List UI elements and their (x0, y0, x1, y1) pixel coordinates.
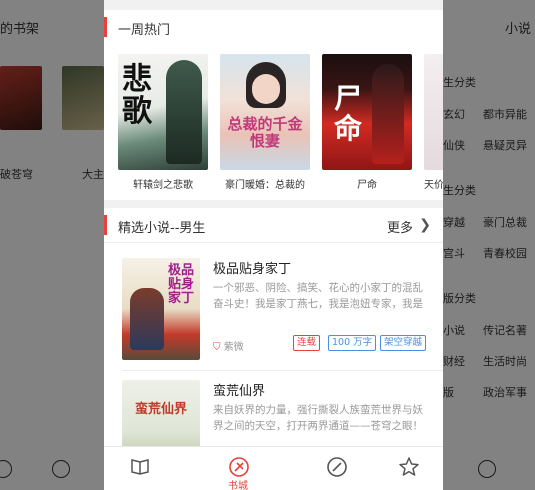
status-badge: 连载 (293, 335, 321, 351)
category-section-label: 生分类 (443, 76, 476, 89)
cover-figure (130, 288, 164, 350)
cover-title: 悲歌 (122, 62, 152, 129)
bookshelf-caption-1: 破苍穹 (0, 168, 33, 181)
bottom-tab-bar: 书城 (104, 446, 443, 490)
book-title: 蛮荒仙界 (213, 384, 266, 399)
bookshelf-cover-2 (62, 66, 104, 130)
book-list-item[interactable]: 极品贴身家丁 极品贴身家丁 一个邪恶、阴险、搞笑、花心的小家丁的混乱奋斗史！我是… (104, 246, 443, 364)
hot-book-name: 尸命 (357, 180, 377, 191)
cover-title: 总裁的千金恨妻 (227, 115, 303, 150)
category-item: 宫斗 (443, 247, 465, 260)
tab-bookshelf[interactable] (112, 447, 168, 490)
book-description: 来自妖界的力量，强行撕裂人族蛮荒世界与妖界之间的天空，打开两界通道——苍穹之眼！ (213, 404, 423, 432)
book-author: ⛉ 紫微 (213, 338, 244, 353)
hot-section-header: 一周热门 (104, 10, 443, 44)
bookshelf-caption-2: 大主 (82, 168, 104, 181)
male-section-title: 精选小说--男生 (118, 221, 206, 236)
more-link[interactable]: 更多 (387, 217, 413, 236)
tab-discover[interactable] (308, 447, 364, 490)
hot-book-name: 天价 (424, 180, 443, 191)
book-cover: 总裁的千金恨妻 (220, 54, 310, 170)
book-cover: 尸命 (322, 54, 412, 170)
category-item: 小说 (443, 324, 465, 337)
category-section-label: 版分类 (443, 292, 476, 305)
category-item: 青春校园 (483, 247, 527, 260)
hot-section-title: 一周热门 (118, 23, 171, 38)
hot-book-item[interactable]: 悲歌 轩辕剑之悲歌 (118, 54, 208, 191)
divider (104, 242, 443, 243)
tab-favorites[interactable] (380, 447, 436, 490)
category-item: 版 (443, 386, 454, 399)
category-section-label: 生分类 (443, 184, 476, 197)
category-item: 政治军事 (483, 386, 527, 399)
divider (104, 0, 443, 10)
book-icon (131, 459, 149, 475)
author-name: 紫微 (223, 342, 244, 353)
hot-book-item[interactable]: 尸命 尸命 (322, 54, 412, 191)
bookshelf-cover-1 (0, 66, 42, 130)
hot-book-name: 轩辕剑之悲歌 (133, 180, 193, 191)
book-cover (424, 54, 443, 170)
cover-figure (372, 64, 404, 164)
bookstore-icon (229, 457, 249, 477)
category-item: 传记名著 (483, 324, 527, 337)
word-count-badge: 100 万字 (328, 335, 377, 351)
hot-book-name: 豪门暖婚：总裁的 (225, 180, 305, 191)
star-icon (399, 457, 419, 476)
section-accent-bar (104, 17, 107, 37)
cover-face (252, 74, 280, 104)
divider (104, 200, 443, 208)
tab-label-bookstore: 书城 (228, 481, 248, 490)
genre-badge: 架空穿越 (380, 335, 427, 351)
category-item: 都市异能 (483, 108, 527, 121)
hot-book-item[interactable]: 天价 (424, 54, 443, 191)
book-cover: 极品贴身家丁 (122, 258, 200, 360)
cover-title: 尸命 (334, 82, 363, 145)
cover-figure (166, 60, 202, 164)
discover-icon (327, 457, 347, 477)
bookstore-icon (0, 460, 12, 478)
section-accent-bar (104, 215, 107, 235)
chevron-right-icon[interactable]: ❯ (419, 217, 431, 233)
discover-icon (52, 460, 70, 478)
cover-title: 极品贴身家丁 (168, 263, 195, 306)
background-category-page: 小说 生分类 玄幻 都市异能 仙侠 悬疑灵异 生分类 穿越 豪门总裁 宫斗 青春… (443, 0, 535, 490)
tab-bookstore[interactable]: 书城 (210, 447, 266, 490)
discover-icon (478, 460, 496, 478)
book-cover: 悲歌 (118, 54, 208, 170)
category-item: 豪门总裁 (483, 216, 527, 229)
category-item: 仙侠 (443, 139, 465, 152)
category-item: 玄幻 (443, 108, 465, 121)
hot-book-row[interactable]: 悲歌 轩辕剑之悲歌 总裁的千金恨妻 豪门暖婚：总裁的 尸命 尸命 天价 (104, 46, 443, 196)
author-icon: ⛉ (213, 342, 221, 353)
male-section-header: 精选小说--男生 更多 ❯ (104, 208, 443, 242)
category-item: 悬疑灵异 (483, 139, 527, 152)
bookstore-page: 一周热门 悲歌 轩辕剑之悲歌 总裁的千金恨妻 豪门暖婚：总裁的 尸命 尸命 天价… (104, 0, 443, 490)
category-item: 财经 (443, 355, 465, 368)
hot-book-item[interactable]: 总裁的千金恨妻 豪门暖婚：总裁的 (220, 54, 310, 191)
book-description: 一个邪恶、阴险、搞笑、花心的小家丁的混乱奋斗史！我是家丁燕七，我是泡妞专家，我是 (213, 282, 423, 310)
bookshelf-title: 的书架 (0, 22, 40, 37)
category-item: 穿越 (443, 216, 465, 229)
category-title: 小说 (504, 22, 531, 37)
book-title: 极品贴身家丁 (213, 262, 292, 277)
cover-title: 蛮荒仙界 (134, 402, 187, 417)
app-screen: 的书架 破苍穹 大主 小说 生分类 玄幻 都市异能 仙侠 悬疑灵异 生分类 穿越… (0, 0, 535, 490)
background-bookshelf-page: 的书架 破苍穹 大主 (0, 0, 104, 490)
category-item: 生活时尚 (483, 355, 527, 368)
